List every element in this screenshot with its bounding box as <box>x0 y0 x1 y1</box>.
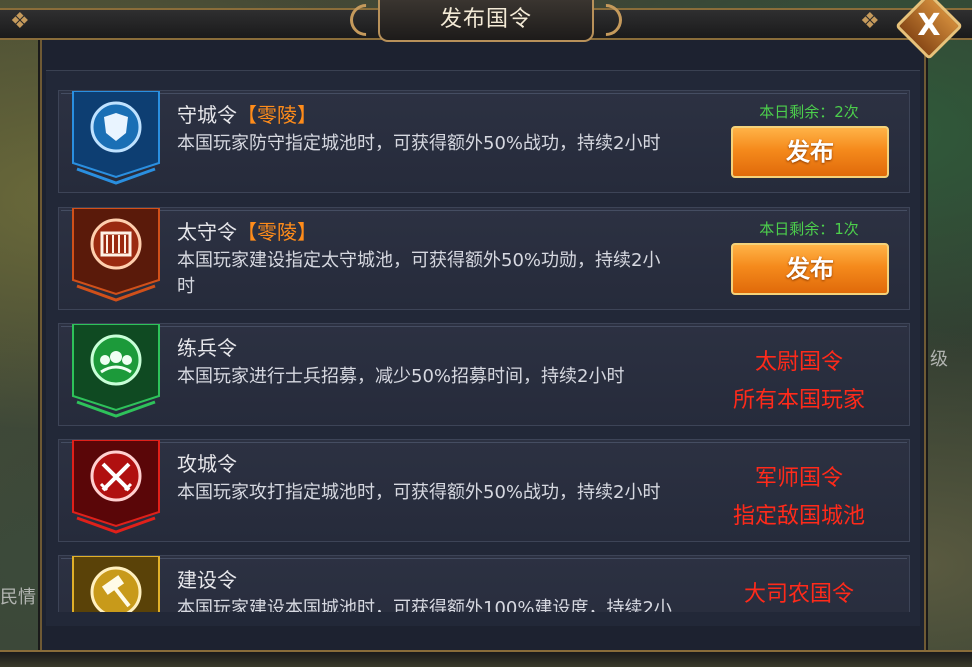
bottom-frame <box>0 650 972 667</box>
publish-button[interactable]: 发布 <box>731 243 889 295</box>
close-icon[interactable]: X <box>905 2 953 50</box>
remaining-count: 本日剩余：2次 <box>759 103 859 121</box>
shield-icon <box>71 91 161 187</box>
requirement-role: 大司农国令 <box>743 582 854 607</box>
command-name: 建设令 <box>177 568 237 592</box>
troops-icon <box>71 324 161 420</box>
crossed-swords-icon <box>71 440 161 536</box>
command-list[interactable]: 守城令【零陵】 本国玩家防守指定城池时，可获得额外50%战功，持续2小时 本日剩… <box>58 90 910 615</box>
command-description: 本国玩家建设指定太守城池，可获得额外50%功勋，持续2小时 <box>177 250 661 297</box>
command-description: 本国玩家防守指定城池时，可获得额外50%战功，持续2小时 <box>177 133 661 154</box>
requirement-target: 所有本国玩家 <box>732 388 865 413</box>
command-name: 练兵令 <box>177 336 237 360</box>
dialog-title: 发布国令 <box>439 7 532 32</box>
remaining-count: 本日剩余：1次 <box>759 220 859 238</box>
command-title: 练兵令 <box>177 332 237 361</box>
requirement-role: 太尉国令 <box>754 350 843 375</box>
requirement-role: 军师国令 <box>754 466 843 491</box>
left-ornament-icon: ❖ <box>10 9 30 34</box>
command-description: 本国玩家攻打指定城池时，可获得额外50%战功，持续2小时 <box>177 482 661 503</box>
command-title: 攻城令 <box>177 448 237 477</box>
side-level-label: 级 <box>930 349 948 370</box>
publish-button[interactable]: 发布 <box>731 126 889 178</box>
command-title: 守城令【零陵】 <box>177 99 317 128</box>
command-faction: 【零陵】 <box>237 220 317 244</box>
command-name: 守城令 <box>177 103 237 127</box>
command-row-train: 练兵令 本国玩家进行士兵招募，减少50%招募时间，持续2小时 太尉国令 所有本国… <box>58 323 910 426</box>
command-name: 攻城令 <box>177 452 237 476</box>
gate-icon <box>71 208 161 304</box>
side-menu-label[interactable]: 民情 <box>0 583 36 609</box>
command-title: 太守令【零陵】 <box>177 216 317 245</box>
command-row-construct: 建设令 本国玩家建设本国城池时，可获得额外100%建设度，持续2小时 大司农国令 <box>58 555 910 615</box>
command-title: 建设令 <box>177 564 237 593</box>
command-row-siege: 攻城令 本国玩家攻打指定城池时，可获得额外50%战功，持续2小时 军师国令 指定… <box>58 439 910 542</box>
command-row-governor: 太守令【零陵】 本国玩家建设指定太守城池，可获得额外50%功勋，持续2小时 本日… <box>58 207 910 310</box>
command-name: 太守令 <box>177 220 237 244</box>
title-plate: 发布国令 <box>378 0 594 42</box>
command-description: 本国玩家进行士兵招募，减少50%招募时间，持续2小时 <box>177 366 625 387</box>
dialog-title-bar: ❖ ❖ 发布国令 <box>0 0 972 46</box>
requirement-target: 指定敌国城池 <box>732 504 865 529</box>
command-faction: 【零陵】 <box>237 103 317 127</box>
command-row-guard: 守城令【零陵】 本国玩家防守指定城池时，可获得额外50%战功，持续2小时 本日剩… <box>58 90 910 193</box>
hammer-icon <box>71 556 161 615</box>
list-fade <box>58 612 910 622</box>
